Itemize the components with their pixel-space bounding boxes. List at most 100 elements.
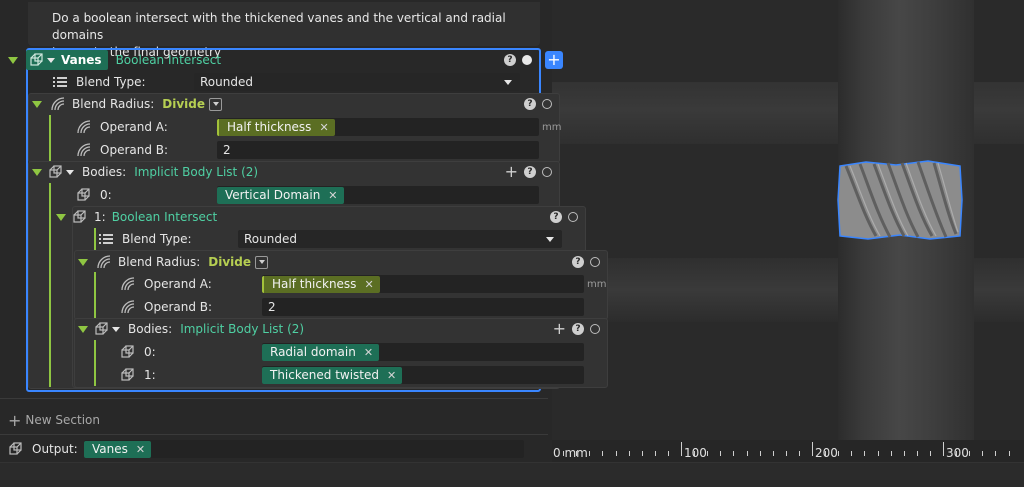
- bodies-type[interactable]: Implicit Body List (2): [134, 165, 258, 179]
- inner-operand-b-value: 2: [268, 300, 276, 314]
- node-panel: Do a boolean intersect with the thickene…: [0, 0, 608, 462]
- inner-blend-type-select[interactable]: Rounded: [238, 230, 562, 248]
- ruler-minor-tick: [759, 451, 761, 456]
- bodies-header[interactable]: Bodies: Implicit Body List (2) + ?: [32, 161, 556, 183]
- remove-icon[interactable]: ✕: [328, 189, 337, 202]
- list-icon: [52, 74, 68, 90]
- collapse-triangle-icon[interactable]: [32, 168, 42, 176]
- inner-body-0-field[interactable]: Radial domain ✕: [262, 343, 584, 361]
- output-port-icon[interactable]: [542, 99, 552, 109]
- collapse-triangle-icon[interactable]: [32, 100, 42, 108]
- ruler-minor-tick: [982, 451, 984, 456]
- ruler-minor-tick: [746, 451, 748, 456]
- blend-type-select[interactable]: Rounded: [194, 73, 520, 91]
- help-icon[interactable]: ?: [524, 98, 536, 110]
- ruler-minor-tick: [785, 451, 787, 456]
- ruler-minor-tick: [589, 451, 591, 456]
- operand-a-field[interactable]: Half thickness ✕: [217, 118, 539, 136]
- help-icon[interactable]: ?: [572, 256, 584, 268]
- inner-bodies-type[interactable]: Implicit Body List (2): [180, 322, 304, 336]
- inner-operand-a-chip[interactable]: Half thickness ✕: [262, 275, 380, 293]
- output-chip[interactable]: Vanes ✕: [84, 440, 152, 458]
- vanes-geometry[interactable]: [836, 160, 966, 240]
- vanes-header[interactable]: Vanes Boolean Intersect ?: [8, 49, 540, 71]
- ruler-label: 0 mm: [553, 446, 588, 460]
- body-0-row: 0:: [76, 184, 216, 206]
- inner-operand-b-field[interactable]: 2: [262, 298, 584, 316]
- ruler-minor-tick: [733, 451, 735, 456]
- remove-icon[interactable]: ✕: [364, 278, 373, 291]
- inner-body-0-chip[interactable]: Radial domain ✕: [262, 343, 380, 361]
- ruler-minor-tick: [877, 451, 879, 456]
- mode-dropdown-icon[interactable]: [255, 255, 269, 269]
- add-body-icon[interactable]: +: [505, 164, 518, 180]
- inner-operand-a-unit: mm: [587, 279, 607, 290]
- list-icon: [98, 231, 114, 247]
- output-port-icon[interactable]: [568, 212, 578, 222]
- dropdown-caret-icon[interactable]: [504, 80, 512, 85]
- remove-icon[interactable]: ✕: [387, 369, 396, 382]
- dropdown-caret-icon[interactable]: [546, 237, 554, 242]
- inner-body-1-field[interactable]: Thickened twisted ✕: [262, 366, 584, 384]
- radius-icon: [76, 119, 92, 135]
- mode-dropdown-icon[interactable]: [209, 97, 223, 111]
- inner-blend-radius-mode[interactable]: Divide: [208, 255, 251, 269]
- help-icon[interactable]: ?: [524, 166, 536, 178]
- blend-type-label: Blend Type:: [76, 75, 146, 89]
- inner-body-1-chip[interactable]: Thickened twisted ✕: [262, 366, 403, 384]
- add-body-icon[interactable]: +: [553, 321, 566, 337]
- output-port-icon[interactable]: [590, 257, 600, 267]
- divider: [0, 434, 548, 435]
- help-icon[interactable]: ?: [550, 211, 562, 223]
- new-section-button[interactable]: + New Section: [8, 409, 148, 431]
- ruler-major-tick: [681, 442, 682, 456]
- collapse-triangle-icon[interactable]: [56, 213, 66, 221]
- remove-icon[interactable]: ✕: [136, 443, 145, 456]
- inner-operand-a-label: Operand A:: [144, 277, 212, 291]
- collapse-triangle-icon[interactable]: [78, 258, 88, 266]
- output-field[interactable]: Vanes ✕: [84, 440, 524, 458]
- output-port-icon[interactable]: [590, 324, 600, 334]
- blend-radius-mode[interactable]: Divide: [162, 97, 205, 111]
- add-node-button[interactable]: +: [545, 51, 563, 69]
- chevron-down-icon[interactable]: [47, 57, 55, 63]
- blend-radius-bar: [49, 115, 51, 161]
- help-icon[interactable]: ?: [572, 323, 584, 335]
- remove-icon[interactable]: ✕: [364, 346, 373, 359]
- blend-radius-header[interactable]: Blend Radius: Divide ?: [32, 93, 556, 115]
- ruler-minor-tick: [969, 451, 971, 456]
- body-0-field[interactable]: Vertical Domain ✕: [217, 186, 539, 204]
- radius-icon: [76, 142, 92, 158]
- collapse-triangle-icon[interactable]: [8, 56, 18, 64]
- inner-blend-type-label: Blend Type:: [122, 232, 192, 246]
- inner-blend-radius-header[interactable]: Blend Radius: Divide ?: [78, 251, 604, 273]
- inner-operation[interactable]: Boolean Intersect: [112, 210, 218, 224]
- radius-icon: [96, 254, 112, 270]
- body-1-index: 1:: [94, 210, 106, 224]
- name-chip[interactable]: Vanes: [26, 50, 108, 70]
- output-dot-icon[interactable]: [522, 55, 532, 65]
- bodies-label: Bodies:: [82, 165, 127, 179]
- inner-bodies-header[interactable]: Bodies: Implicit Body List (2) + ?: [78, 318, 604, 340]
- body-0-value: Vertical Domain: [225, 188, 321, 202]
- divider: [0, 398, 548, 399]
- operand-b-row: Operand B:: [76, 139, 216, 161]
- implicit-body-icon: [94, 321, 110, 337]
- inner-blend-radius-label: Blend Radius:: [118, 255, 201, 269]
- help-icon[interactable]: ?: [504, 54, 516, 66]
- chevron-down-icon[interactable]: [112, 326, 120, 332]
- output-value: Vanes: [92, 442, 128, 456]
- ruler-minor-tick: [995, 451, 997, 456]
- inner-operand-a-field[interactable]: Half thickness ✕: [262, 275, 584, 293]
- remove-icon[interactable]: ✕: [319, 121, 328, 134]
- vanes-name[interactable]: Vanes: [61, 53, 102, 67]
- operand-a-chip[interactable]: Half thickness ✕: [217, 118, 335, 136]
- ruler-minor-tick: [916, 451, 918, 456]
- chevron-down-icon[interactable]: [66, 169, 74, 175]
- output-port-icon[interactable]: [542, 167, 552, 177]
- inner-header[interactable]: 1: Boolean Intersect ?: [56, 206, 582, 228]
- collapse-triangle-icon[interactable]: [78, 325, 88, 333]
- vanes-operation[interactable]: Boolean Intersect: [116, 53, 222, 67]
- body-0-chip[interactable]: Vertical Domain ✕: [217, 186, 344, 204]
- operand-b-field[interactable]: 2: [217, 141, 539, 159]
